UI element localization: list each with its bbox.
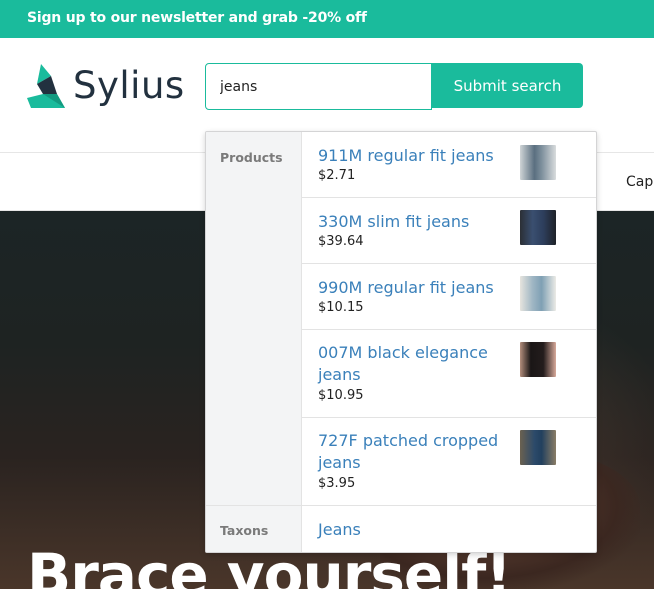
search-input[interactable] bbox=[205, 63, 432, 110]
product-price: $39.64 bbox=[318, 234, 364, 249]
category-label-products: Products bbox=[220, 150, 283, 165]
product-price: $2.71 bbox=[318, 168, 356, 183]
sylius-logo[interactable]: Sylius bbox=[27, 64, 185, 108]
product-thumbnail-image bbox=[520, 276, 556, 311]
search-result-product[interactable]: 990M regular fit jeans $10.15 bbox=[302, 264, 596, 330]
product-name[interactable]: 330M slim fit jeans bbox=[318, 211, 508, 233]
product-thumbnail-image bbox=[520, 210, 556, 245]
nav-item-partial[interactable]: Cap bbox=[626, 174, 653, 190]
sylius-logo-icon bbox=[27, 64, 65, 108]
search-result-product[interactable]: 007M black elegance jeans $10.95 bbox=[302, 330, 596, 418]
product-name[interactable]: 727F patched cropped jeans bbox=[318, 430, 508, 474]
product-thumbnail-image bbox=[520, 145, 556, 180]
promo-text: Sign up to our newsletter and grab -20% … bbox=[27, 10, 367, 26]
product-thumbnail-image bbox=[520, 342, 556, 377]
product-price: $3.95 bbox=[318, 476, 356, 491]
search-results-dropdown: Products Taxons 911M regular fit jeans $… bbox=[205, 131, 597, 553]
product-price: $10.15 bbox=[318, 300, 364, 315]
search-result-taxon[interactable]: Jeans bbox=[302, 506, 596, 552]
search-result-product[interactable]: 727F patched cropped jeans $3.95 bbox=[302, 418, 596, 506]
product-name[interactable]: 990M regular fit jeans bbox=[318, 277, 508, 299]
product-price: $10.95 bbox=[318, 388, 364, 403]
product-thumbnail-image bbox=[520, 430, 556, 465]
product-name[interactable]: 911M regular fit jeans bbox=[318, 145, 508, 167]
category-label-taxons: Taxons bbox=[220, 523, 269, 538]
search-result-product[interactable]: 330M slim fit jeans $39.64 bbox=[302, 198, 596, 264]
logo-wordmark: Sylius bbox=[73, 64, 185, 107]
search-result-product[interactable]: 911M regular fit jeans $2.71 bbox=[302, 132, 596, 198]
submit-search-button[interactable]: Submit search bbox=[432, 63, 583, 108]
newsletter-promo-bar: Sign up to our newsletter and grab -20% … bbox=[0, 0, 654, 38]
taxon-link[interactable]: Jeans bbox=[318, 520, 361, 539]
category-column bbox=[206, 132, 302, 552]
product-name[interactable]: 007M black elegance jeans bbox=[318, 342, 508, 386]
